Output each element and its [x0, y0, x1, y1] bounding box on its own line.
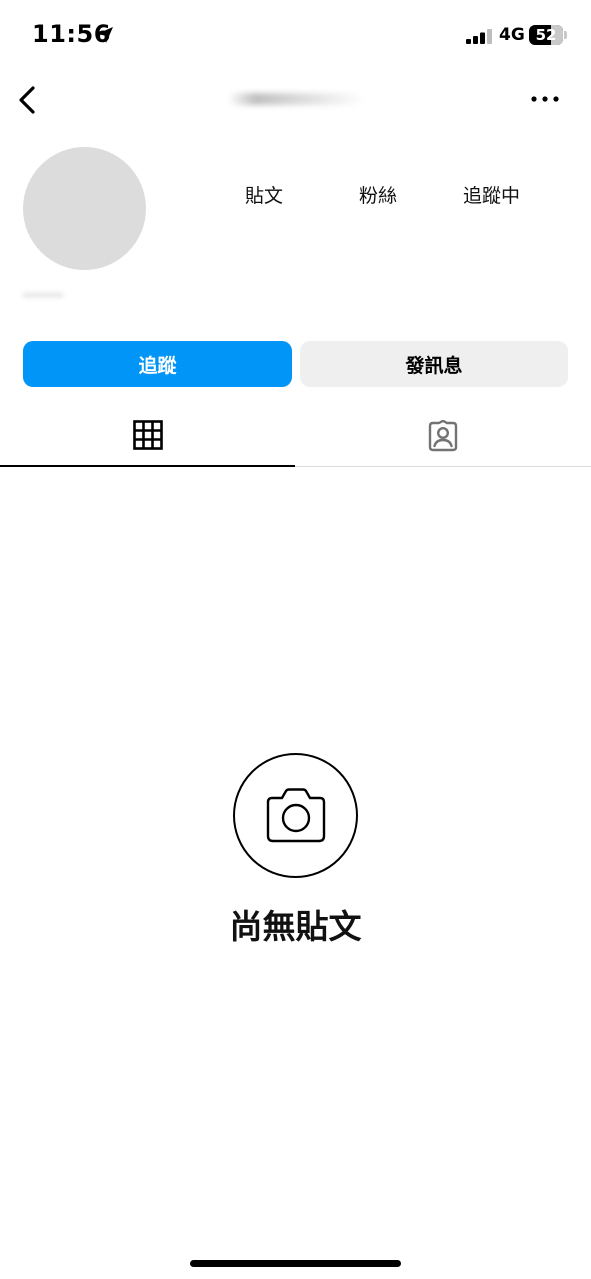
tagged-person-icon — [428, 419, 458, 451]
chevron-left-icon[interactable] — [14, 84, 42, 116]
location-arrow-icon — [97, 27, 113, 43]
battery-tip — [564, 31, 567, 39]
status-bar: 11:56 4G 52 — [0, 0, 591, 70]
camera-icon — [266, 787, 325, 842]
ellipsis-icon[interactable] — [528, 92, 562, 106]
grid-icon — [132, 420, 163, 450]
avatar[interactable] — [23, 147, 146, 270]
tab-tagged[interactable] — [295, 405, 591, 467]
bio-redacted — [22, 292, 64, 298]
profile-screen: 11:56 4G 52 貼文 粉絲 追蹤中 追蹤 發訊息 尚無貼文 — [0, 0, 591, 1279]
username-redacted — [228, 93, 364, 105]
follow-button[interactable]: 追蹤 — [23, 341, 292, 387]
stat-posts-label[interactable]: 貼文 — [245, 181, 283, 208]
empty-state-camera-circle — [233, 753, 358, 878]
nav-bar — [0, 70, 591, 130]
tab-posts-grid[interactable] — [0, 405, 295, 467]
network-type: 4G — [499, 25, 525, 45]
stat-following-label[interactable]: 追蹤中 — [463, 181, 520, 208]
battery-level: 52 — [535, 26, 557, 44]
stat-followers-label[interactable]: 粉絲 — [359, 181, 397, 208]
home-indicator[interactable] — [190, 1260, 401, 1267]
empty-state-title: 尚無貼文 — [229, 907, 362, 946]
battery-icon: 52 — [529, 25, 563, 45]
cellular-signal-icon — [466, 29, 492, 44]
message-button[interactable]: 發訊息 — [300, 341, 568, 387]
